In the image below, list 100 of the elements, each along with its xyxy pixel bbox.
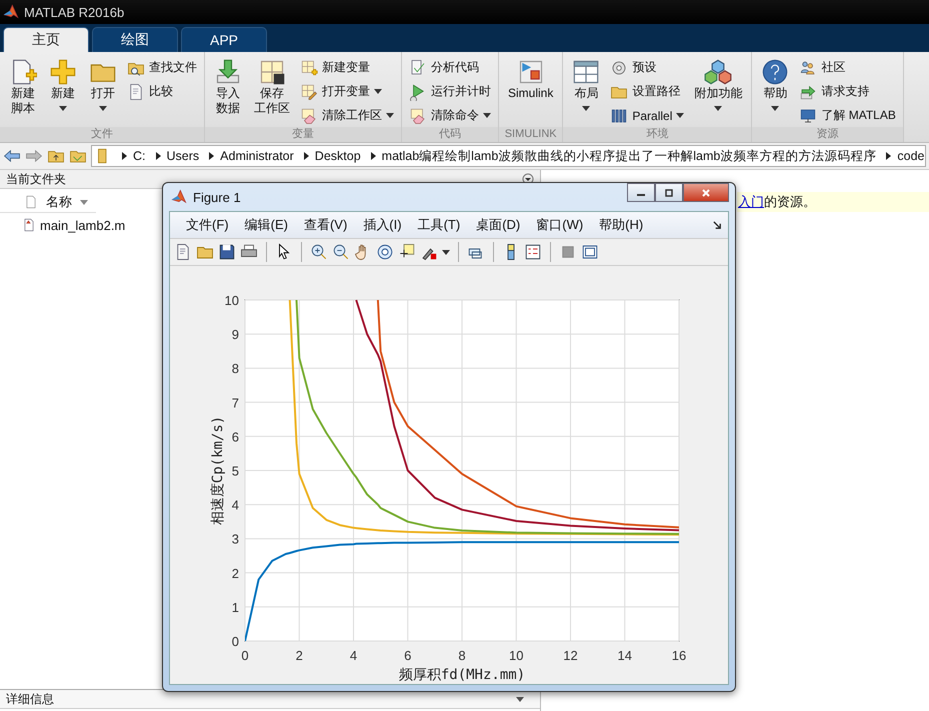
group-label: SIMULINK — [499, 127, 562, 142]
path-segment[interactable]: matlab编程绘制lamb波频散曲线的小程序提出了一种解lamb波频率方程的方法源码程序 — [382, 148, 876, 164]
path-segment[interactable]: Administrator — [220, 149, 294, 163]
ribbon-button[interactable]: 设置路径 — [607, 80, 688, 103]
figure-title: Figure 1 — [193, 190, 241, 204]
tick-label: 10 — [224, 293, 239, 308]
tick-label: 5 — [232, 464, 239, 478]
tick-label: 6 — [404, 648, 412, 663]
ribbon-button[interactable]: 帮助 — [756, 56, 794, 113]
caret-icon[interactable] — [442, 250, 450, 254]
ribbon-button[interactable]: 社区 — [796, 56, 899, 79]
plus-icon — [49, 58, 77, 86]
ribbon-button[interactable]: 预设 — [607, 56, 688, 79]
ribbon-button[interactable]: 新建变量 — [297, 56, 397, 79]
ribbon-button[interactable]: 比较 — [124, 80, 200, 103]
grid-plus-icon — [300, 58, 318, 76]
path-segment[interactable]: C: — [133, 149, 146, 163]
tick-label: 12 — [563, 648, 578, 663]
address-bar[interactable]: C: Users Administrator Desktop matlab编程绘制lamb波频散曲线的小程序提出了一种解lamb波频率方程的方法源码程序 code — [91, 145, 926, 167]
link[interactable]: 入门 — [738, 193, 764, 211]
menu-item[interactable]: 文件(F) — [178, 216, 237, 234]
ribbon-button[interactable]: 清除工作区 — [297, 104, 397, 127]
ribbon-button[interactable]: 请求支持 — [796, 80, 899, 103]
window-title: MATLAB R2016b — [24, 4, 124, 20]
caret-icon[interactable] — [516, 696, 524, 702]
file-row[interactable]: main_lamb2.m — [0, 215, 132, 235]
tick-label: 3 — [232, 532, 239, 547]
tick-label: 0 — [241, 648, 249, 663]
menu-item[interactable]: 窗口(W) — [528, 216, 592, 234]
tick-label: 14 — [618, 648, 632, 663]
menu-item[interactable]: 帮助(H) — [591, 216, 652, 234]
maximize-button[interactable] — [655, 183, 683, 202]
group-label: 资源 — [752, 127, 903, 142]
ribbon-tab[interactable]: 主页 — [3, 27, 89, 52]
maximize-icon — [663, 188, 675, 196]
path-segment[interactable]: code — [897, 149, 924, 163]
zoom-out-icon[interactable] — [332, 243, 350, 261]
ribbon-button[interactable]: Simulink — [503, 56, 558, 103]
bars-icon — [610, 106, 628, 124]
tick-label: 4 — [232, 498, 239, 513]
grid-save-icon — [258, 58, 286, 86]
tick-label: 16 — [672, 648, 686, 663]
matlab-logo-icon — [3, 4, 19, 20]
y-axis-label: 相速度Cp(km/s) — [210, 416, 226, 526]
ribbon-button[interactable]: 新建 — [44, 56, 82, 113]
ribbon-button[interactable]: 打开 — [84, 56, 122, 113]
tick-label: 1 — [232, 600, 239, 615]
monitor-icon — [799, 106, 818, 124]
ribbon-button[interactable]: 了解 MATLAB — [796, 104, 899, 127]
chevron-icon — [156, 152, 160, 160]
panel-title: 当前文件夹 — [6, 170, 66, 188]
tick-label: 6 — [232, 429, 239, 444]
menu-item[interactable]: 插入(I) — [355, 216, 410, 234]
path-segment[interactable]: Users — [166, 149, 200, 163]
path-segment[interactable]: Desktop — [314, 149, 361, 163]
chevron-icon — [209, 152, 214, 160]
ribbon-button[interactable]: 保存 工作区 — [249, 56, 295, 118]
close-button[interactable] — [683, 183, 729, 202]
back-icon[interactable] — [3, 147, 21, 165]
column-header[interactable]: 名称 — [0, 192, 96, 213]
menu-item[interactable]: 桌面(D) — [468, 216, 528, 234]
chevron-icon — [304, 152, 309, 160]
menu-item[interactable]: 编辑(E) — [236, 216, 296, 234]
ribbon-button[interactable]: Parallel — [607, 104, 688, 127]
tick-label: 2 — [232, 566, 239, 581]
ribbon-button[interactable]: 布局 — [567, 56, 606, 113]
m-file-icon — [22, 218, 36, 232]
dock-icon[interactable] — [713, 220, 722, 230]
group-label: 变量 — [205, 127, 401, 142]
ribbon-button[interactable]: 导入 数据 — [209, 56, 247, 118]
group-label: 文件 — [0, 127, 204, 142]
minimize-button[interactable] — [627, 183, 655, 202]
ribbon-button[interactable]: 附加功能 — [689, 56, 748, 113]
forward-icon[interactable] — [25, 147, 43, 165]
menu-item[interactable]: 查看(V) — [296, 216, 356, 234]
legend-icon[interactable] — [524, 243, 542, 261]
chevron-icon — [886, 152, 892, 160]
tick-label: 0 — [232, 634, 239, 649]
chevron-icon — [370, 152, 376, 160]
ribbon-button[interactable]: 分析代码 — [406, 56, 494, 79]
notice-text: 的资源。 — [764, 193, 816, 211]
ribbon-button[interactable]: 清除命令 — [406, 104, 494, 127]
zoom-in-icon[interactable] — [310, 243, 328, 261]
x-axis-label: 频厚积fd(MHz.mm) — [398, 667, 526, 683]
ribbon-button[interactable]: 运行并计时 — [406, 80, 494, 103]
ribbon-tab[interactable]: 绘图 — [92, 27, 178, 52]
window-icon[interactable] — [581, 243, 599, 261]
tick-label: 8 — [232, 361, 239, 376]
group-label: 代码 — [402, 127, 498, 142]
ribbon-button[interactable]: 打开变量 — [297, 80, 397, 103]
ribbon-tab[interactable]: APP — [181, 27, 267, 52]
close-icon — [700, 188, 712, 196]
save-icon[interactable] — [218, 243, 236, 261]
ribbon-button[interactable]: 新建 脚本 — [4, 56, 42, 118]
tick-label: 10 — [509, 648, 524, 663]
layout-icon — [572, 58, 600, 86]
menu-item[interactable]: 工具(T) — [410, 216, 468, 234]
settings-icon — [610, 58, 628, 76]
ribbon-button[interactable]: 查找文件 — [124, 56, 200, 79]
rotate-icon[interactable] — [376, 243, 394, 261]
